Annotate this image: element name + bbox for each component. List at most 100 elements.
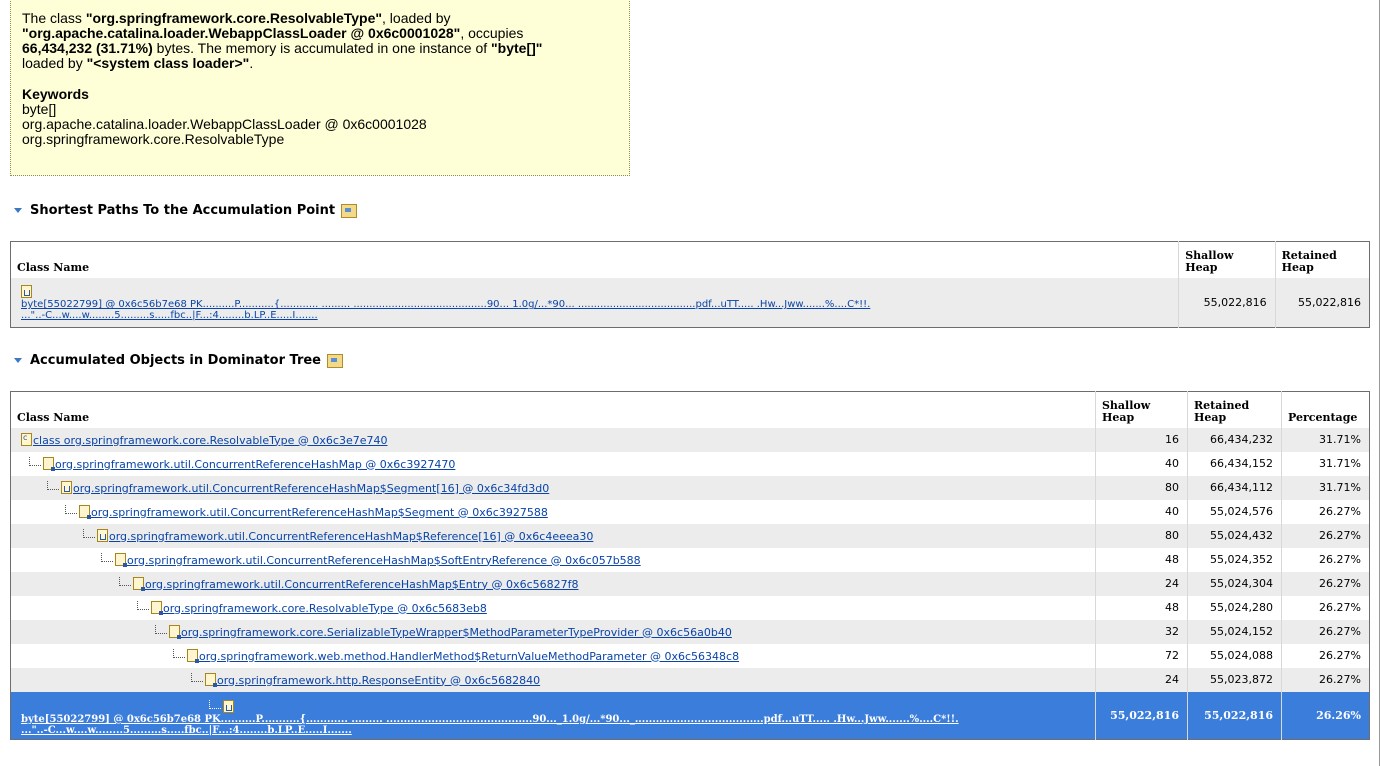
retained-heap-value: 55,024,088 bbox=[1186, 643, 1282, 668]
retained-heap-value: 55,022,816 bbox=[1274, 277, 1370, 328]
percentage-value: 26.27% bbox=[1281, 667, 1370, 692]
retained-heap-value: 55,022,816 bbox=[1186, 691, 1282, 740]
shallow-heap-value: 55,022,816 bbox=[1178, 277, 1276, 328]
percentage-value: 26.27% bbox=[1281, 643, 1370, 668]
tree-branch-line bbox=[65, 504, 77, 514]
object-icon bbox=[115, 552, 127, 567]
object-link[interactable]: byte[55022799] @ 0x6c56b7e68 PK.........… bbox=[21, 299, 870, 321]
shortest-paths-table: Class Name Shallow Heap Retained Heap by… bbox=[10, 241, 1370, 328]
retained-heap-value: 55,024,576 bbox=[1186, 499, 1282, 524]
object-link[interactable]: org.springframework.util.ConcurrentRefer… bbox=[145, 578, 578, 591]
object-link[interactable]: org.springframework.util.ConcurrentRefer… bbox=[109, 530, 593, 543]
column-percentage[interactable]: Percentage bbox=[1281, 391, 1370, 428]
table-row[interactable]: org.springframework.util.ConcurrentRefer… bbox=[10, 571, 1370, 596]
object-icon bbox=[205, 672, 217, 687]
percentage-value: 31.71% bbox=[1281, 451, 1370, 476]
retained-heap-value: 55,023,872 bbox=[1186, 667, 1282, 692]
column-retained-heap[interactable]: Retained Heap bbox=[1186, 391, 1282, 428]
instance-type: "byte[]" bbox=[491, 40, 543, 56]
tree-branch-line bbox=[101, 552, 113, 562]
object-link[interactable]: org.springframework.util.ConcurrentRefer… bbox=[91, 506, 548, 519]
tree-branch-line bbox=[119, 576, 131, 586]
percentage-value: 26.27% bbox=[1281, 619, 1370, 644]
shallow-heap-value: 80 bbox=[1094, 523, 1188, 548]
collapse-triangle-icon[interactable] bbox=[14, 358, 22, 363]
column-retained-heap[interactable]: Retained Heap bbox=[1274, 241, 1370, 278]
table-row[interactable]: org.springframework.util.ConcurrentRefer… bbox=[11, 499, 1370, 524]
selected-table-row[interactable]: byte[55022799] @ 0x6c56b7e68 PK.........… bbox=[10, 691, 1370, 740]
object-link[interactable]: org.springframework.util.ConcurrentRefer… bbox=[73, 482, 549, 495]
object-link[interactable]: org.springframework.http.ResponseEntity … bbox=[217, 674, 540, 687]
table-row[interactable]: org.springframework.web.method.HandlerMe… bbox=[11, 643, 1370, 668]
percentage-value: 26.27% bbox=[1281, 547, 1370, 572]
table-row[interactable]: org.springframework.util.ConcurrentRefer… bbox=[11, 451, 1370, 476]
percentage-value: 31.71% bbox=[1281, 475, 1370, 500]
tree-branch-line bbox=[47, 480, 59, 490]
array-object-icon bbox=[21, 285, 32, 299]
class-loader: "org.apache.catalina.loader.WebappClassL… bbox=[22, 25, 461, 41]
object-link[interactable]: org.springframework.web.method.HandlerMe… bbox=[199, 650, 739, 663]
shallow-heap-value: 80 bbox=[1094, 475, 1188, 500]
object-icon bbox=[43, 456, 55, 471]
shallow-heap-value: 40 bbox=[1094, 499, 1188, 524]
table-row[interactable]: org.springframework.http.ResponseEntity … bbox=[10, 667, 1370, 692]
tree-branch-line bbox=[191, 672, 203, 682]
retained-heap-value: 55,024,152 bbox=[1186, 619, 1282, 644]
column-shallow-heap[interactable]: Shallow Heap bbox=[1094, 391, 1188, 428]
column-class-name[interactable]: Class Name bbox=[11, 242, 1179, 278]
retained-heap-value: 66,434,232 bbox=[1186, 427, 1282, 452]
array-object-icon bbox=[61, 480, 72, 494]
table-row[interactable]: org.springframework.util.ConcurrentRefer… bbox=[11, 547, 1370, 572]
occupied-bytes: 66,434,232 (31.71%) bbox=[22, 40, 153, 56]
table-row[interactable]: org.springframework.core.SerializableTyp… bbox=[10, 619, 1370, 644]
shallow-heap-value: 72 bbox=[1094, 643, 1188, 668]
tree-branch-line bbox=[173, 648, 185, 658]
shallow-heap-value: 55,022,816 bbox=[1094, 691, 1188, 740]
dominator-tree-heading[interactable]: Accumulated Objects in Dominator Tree bbox=[14, 353, 343, 368]
dominator-tree-table: Class Name Shallow Heap Retained Heap Pe… bbox=[10, 391, 1370, 740]
query-details-icon[interactable] bbox=[341, 203, 358, 218]
object-link[interactable]: org.springframework.util.ConcurrentRefer… bbox=[127, 554, 641, 567]
table-row[interactable]: org.springframework.util.ConcurrentRefer… bbox=[10, 523, 1370, 548]
array-object-icon bbox=[97, 528, 108, 542]
object-link[interactable]: org.springframework.util.ConcurrentRefer… bbox=[55, 458, 455, 471]
query-details-icon[interactable] bbox=[327, 353, 343, 368]
object-link[interactable]: org.springframework.core.SerializableTyp… bbox=[181, 626, 732, 639]
percentage-value: 26.27% bbox=[1281, 523, 1370, 548]
percentage-value: 26.27% bbox=[1281, 571, 1370, 596]
class-icon bbox=[21, 432, 32, 446]
object-icon bbox=[151, 600, 163, 615]
retained-heap-value: 66,434,112 bbox=[1186, 475, 1282, 500]
problem-summary-box: The class "org.springframework.core.Reso… bbox=[10, 0, 630, 176]
column-class-name[interactable]: Class Name bbox=[11, 392, 1096, 428]
retained-heap-value: 55,024,352 bbox=[1186, 547, 1282, 572]
percentage-value: 26.27% bbox=[1281, 595, 1370, 620]
keywords-section: Keywords byte[] org.apache.catalina.load… bbox=[22, 87, 618, 147]
tree-branch-line bbox=[137, 600, 149, 610]
shortest-paths-heading[interactable]: Shortest Paths To the Accumulation Point bbox=[14, 203, 358, 218]
object-icon bbox=[169, 624, 181, 639]
keyword: org.apache.catalina.loader.WebappClassLo… bbox=[22, 116, 427, 132]
shallow-heap-value: 24 bbox=[1094, 667, 1188, 692]
percentage-value: 26.26% bbox=[1281, 691, 1370, 740]
object-link[interactable]: byte[55022799] @ 0x6c56b7e68 PK.........… bbox=[21, 714, 959, 736]
collapse-triangle-icon[interactable] bbox=[14, 208, 22, 213]
table-row[interactable]: org.springframework.core.ResolvableType … bbox=[11, 595, 1370, 620]
table-row[interactable]: org.springframework.util.ConcurrentRefer… bbox=[10, 475, 1370, 500]
object-icon bbox=[187, 648, 199, 663]
shallow-heap-value: 40 bbox=[1094, 451, 1188, 476]
shallow-heap-value: 32 bbox=[1094, 619, 1188, 644]
retained-heap-value: 66,434,152 bbox=[1186, 451, 1282, 476]
class-name: "org.springframework.core.ResolvableType… bbox=[85, 10, 383, 26]
shallow-heap-value: 24 bbox=[1094, 571, 1188, 596]
object-link[interactable]: class org.springframework.core.Resolvabl… bbox=[33, 434, 387, 447]
column-shallow-heap[interactable]: Shallow Heap bbox=[1178, 241, 1276, 278]
retained-heap-value: 55,024,280 bbox=[1186, 595, 1282, 620]
table-row[interactable]: byte[55022799] @ 0x6c56b7e68 PK.........… bbox=[10, 277, 1370, 328]
object-link[interactable]: org.springframework.core.ResolvableType … bbox=[163, 602, 487, 615]
retained-heap-value: 55,024,432 bbox=[1186, 523, 1282, 548]
table-row[interactable]: class org.springframework.core.Resolvabl… bbox=[10, 427, 1370, 452]
keyword: byte[] bbox=[22, 101, 57, 117]
tree-branch-line bbox=[83, 528, 95, 538]
shallow-heap-value: 48 bbox=[1094, 595, 1188, 620]
